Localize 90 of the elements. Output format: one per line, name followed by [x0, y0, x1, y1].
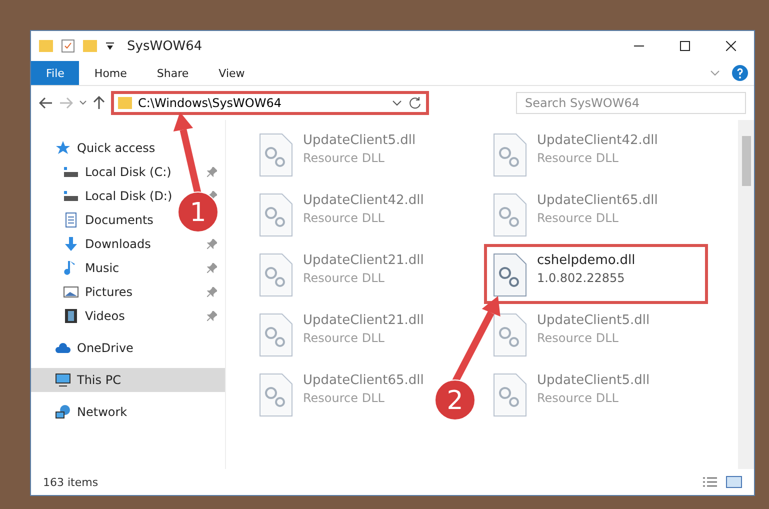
- document-icon: [63, 212, 79, 228]
- file-item[interactable]: UpdateClient65.dll Resource DLL: [250, 364, 433, 424]
- file-detail: Resource DLL: [303, 211, 386, 225]
- file-detail: Resource DLL: [537, 391, 620, 405]
- download-icon: [63, 236, 79, 252]
- dll-file-icon: [493, 373, 527, 417]
- file-detail: Resource DLL: [303, 391, 386, 405]
- picture-icon: [63, 284, 79, 300]
- maximize-icon: [680, 41, 690, 51]
- file-name: UpdateClient42.dll: [303, 193, 424, 208]
- monitor-icon: [55, 372, 71, 388]
- ribbon-tab[interactable]: View: [204, 61, 260, 85]
- file-item[interactable]: UpdateClient5.dll Resource DLL: [484, 364, 659, 424]
- file-name: UpdateClient21.dll: [303, 313, 424, 328]
- file-detail: Resource DLL: [537, 211, 620, 225]
- customize-toolbar-icon[interactable]: [105, 42, 115, 50]
- address-field[interactable]: C:\Windows\SysWOW64: [111, 91, 429, 115]
- sidebar-item[interactable]: OneDrive: [77, 341, 134, 355]
- minimize-icon: [634, 45, 644, 47]
- file-detail: 1.0.802.22855: [537, 271, 626, 285]
- video-icon: [63, 308, 79, 324]
- dll-file-icon: [493, 313, 527, 357]
- sidebar-item[interactable]: Quick access: [77, 141, 156, 155]
- sidebar-item[interactable]: Local Disk (D:): [85, 189, 172, 203]
- file-name: UpdateClient21.dll: [303, 253, 424, 268]
- back-arrow-icon[interactable]: [39, 97, 53, 109]
- sidebar-item[interactable]: Videos: [85, 309, 125, 323]
- ribbon-tab[interactable]: Share: [142, 61, 204, 85]
- dll-file-icon: [259, 253, 293, 297]
- file-item[interactable]: UpdateClient5.dll Resource DLL: [484, 304, 659, 364]
- sidebar-item[interactable]: Pictures: [85, 285, 133, 299]
- search-field[interactable]: Search SysWOW64: [516, 92, 746, 114]
- file-item[interactable]: UpdateClient65.dll Resource DLL: [484, 184, 667, 244]
- ribbon-tab[interactable]: File: [31, 61, 80, 85]
- refresh-icon[interactable]: [408, 96, 422, 110]
- drive-icon: [63, 164, 79, 180]
- file-item[interactable]: UpdateClient5.dll Resource DLL: [250, 124, 425, 184]
- details-view-icon[interactable]: [702, 476, 718, 488]
- ribbon-tab[interactable]: Home: [79, 61, 142, 85]
- network-icon: [55, 404, 71, 420]
- chevron-down-icon[interactable]: [392, 100, 402, 106]
- annotation-badge: [434, 380, 476, 420]
- file-item[interactable]: cshelpdemo.dll 1.0.802.22855: [484, 244, 708, 304]
- dll-file-icon: [259, 313, 293, 357]
- window-title: SysWOW64: [127, 38, 202, 54]
- file-name: UpdateClient5.dll: [537, 313, 650, 328]
- file-detail: Resource DLL: [303, 151, 386, 165]
- dll-file-icon: [493, 253, 527, 297]
- dll-file-icon: [493, 193, 527, 237]
- item-count: 163 items: [43, 476, 98, 488]
- file-name: UpdateClient42.dll: [537, 133, 658, 148]
- up-arrow-icon[interactable]: [93, 96, 105, 110]
- file-detail: Resource DLL: [303, 331, 386, 345]
- file-name: UpdateClient5.dll: [303, 133, 416, 148]
- file-name: cshelpdemo.dll: [537, 253, 636, 268]
- sidebar-item[interactable]: Network: [77, 405, 128, 419]
- annotation-badge: [178, 192, 218, 232]
- large-icons-view-icon[interactable]: [726, 476, 742, 488]
- file-detail: Resource DLL: [537, 151, 620, 165]
- file-detail: Resource DLL: [537, 331, 620, 345]
- file-item[interactable]: UpdateClient42.dll Resource DLL: [484, 124, 667, 184]
- file-name: UpdateClient65.dll: [303, 373, 424, 388]
- file-name: UpdateClient65.dll: [537, 193, 658, 208]
- file-detail: Resource DLL: [303, 271, 386, 285]
- folder-icon: [39, 40, 53, 52]
- scrollbar[interactable]: [738, 120, 754, 469]
- properties-icon[interactable]: [61, 39, 75, 53]
- close-icon: [726, 41, 736, 51]
- sidebar-item[interactable]: Downloads: [85, 237, 151, 251]
- sidebar-item[interactable]: Local Disk (C:): [85, 165, 172, 179]
- address-path: C:\Windows\SysWOW64: [138, 96, 282, 110]
- file-item[interactable]: UpdateClient42.dll Resource DLL: [250, 184, 433, 244]
- dll-file-icon: [259, 193, 293, 237]
- help-icon[interactable]: [732, 65, 748, 81]
- annotation-number: 2: [446, 386, 464, 416]
- sidebar-item[interactable]: This PC: [77, 373, 121, 387]
- folder-icon: [118, 97, 132, 109]
- file-name: UpdateClient5.dll: [537, 373, 650, 388]
- sidebar-item[interactable]: Documents: [85, 213, 154, 227]
- sidebar-item[interactable]: Music: [85, 261, 120, 275]
- cloud-icon: [55, 340, 71, 356]
- dll-file-icon: [259, 373, 293, 417]
- star-icon: [55, 140, 71, 156]
- file-item[interactable]: UpdateClient21.dll Resource DLL: [250, 244, 433, 304]
- drive-icon: [63, 188, 79, 204]
- recent-locations-icon[interactable]: [79, 100, 87, 106]
- dll-file-icon: [259, 133, 293, 177]
- file-item[interactable]: UpdateClient21.dll Resource DLL: [250, 304, 433, 364]
- dll-file-icon: [493, 133, 527, 177]
- annotation-number: 1: [190, 198, 206, 228]
